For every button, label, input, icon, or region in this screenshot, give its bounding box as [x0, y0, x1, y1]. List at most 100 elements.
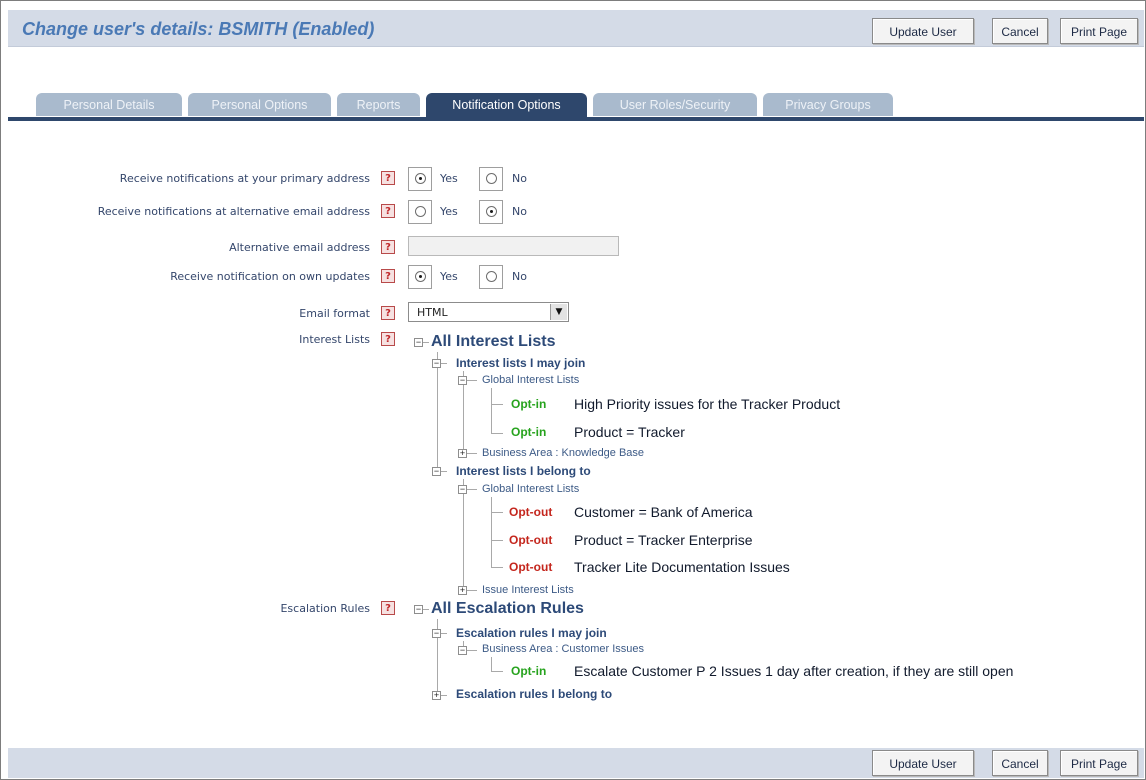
- collapse-icon[interactable]: −: [432, 359, 441, 368]
- expand-icon[interactable]: +: [458, 586, 467, 595]
- radio-dot: [490, 210, 493, 213]
- tab-privacy-groups[interactable]: Privacy Groups: [763, 93, 893, 116]
- tree-connector: [423, 609, 429, 610]
- issue-interest-lists-node[interactable]: Issue Interest Lists: [482, 584, 574, 596]
- interest-lists-label: Interest Lists: [299, 333, 370, 346]
- collapse-icon[interactable]: −: [414, 338, 423, 347]
- escalation-may-join-node[interactable]: Escalation rules I may join: [456, 626, 607, 640]
- escalation-rule-item: Escalate Customer P 2 Issues 1 day after…: [574, 663, 1014, 679]
- tab-personal-options[interactable]: Personal Options: [188, 93, 331, 116]
- tab-reports[interactable]: Reports: [337, 93, 420, 116]
- help-icon[interactable]: ?: [381, 306, 395, 320]
- radio-selected-icon: [415, 173, 426, 184]
- tree-connector: [467, 453, 477, 454]
- print-page-button[interactable]: Print Page: [1060, 750, 1138, 776]
- update-user-button[interactable]: Update User: [872, 18, 974, 44]
- opt-in-link[interactable]: Opt-in: [511, 397, 546, 411]
- help-icon[interactable]: ?: [381, 269, 395, 283]
- help-icon[interactable]: ?: [381, 601, 395, 615]
- opt-out-link[interactable]: Opt-out: [509, 560, 552, 574]
- own-updates-label: Receive notification on own updates: [170, 270, 370, 283]
- expand-icon[interactable]: +: [432, 691, 441, 700]
- print-page-button[interactable]: Print Page: [1060, 18, 1138, 44]
- tree-connector: [441, 695, 447, 696]
- email-format-label: Email format: [299, 307, 370, 320]
- interest-list-item: Customer = Bank of America: [574, 504, 753, 520]
- own-updates-no-radio[interactable]: [479, 265, 503, 289]
- alt-email-yes-radio[interactable]: [408, 200, 432, 224]
- update-user-button[interactable]: Update User: [872, 750, 974, 776]
- collapse-icon[interactable]: −: [458, 646, 467, 655]
- tree-connector: [467, 380, 477, 381]
- alt-email-no-radio[interactable]: [479, 200, 503, 224]
- cancel-button[interactable]: Cancel: [992, 18, 1048, 44]
- help-icon[interactable]: ?: [381, 204, 395, 218]
- escalation-belong-to-node[interactable]: Escalation rules I belong to: [456, 687, 612, 701]
- opt-out-link[interactable]: Opt-out: [509, 505, 552, 519]
- opt-in-link[interactable]: Opt-in: [511, 664, 546, 678]
- interest-list-item: Product = Tracker: [574, 424, 685, 440]
- tree-connector: [491, 433, 503, 434]
- tree-connector: [491, 567, 503, 568]
- primary-address-no-radio[interactable]: [479, 167, 503, 191]
- collapse-icon[interactable]: −: [458, 376, 467, 385]
- help-icon[interactable]: ?: [381, 332, 395, 346]
- collapse-icon[interactable]: −: [458, 485, 467, 494]
- opt-in-link[interactable]: Opt-in: [511, 425, 546, 439]
- tab-user-roles-security[interactable]: User Roles/Security: [593, 93, 757, 116]
- opt-out-link[interactable]: Opt-out: [509, 533, 552, 547]
- business-area-node[interactable]: Business Area : Knowledge Base: [482, 447, 644, 459]
- expand-icon[interactable]: +: [458, 449, 467, 458]
- business-area-node[interactable]: Business Area : Customer Issues: [482, 643, 644, 655]
- radio-empty-icon: [415, 206, 426, 217]
- escalation-root-node[interactable]: All Escalation Rules: [431, 600, 584, 618]
- interest-may-join-node[interactable]: Interest lists I may join: [456, 356, 585, 370]
- radio-selected-icon: [486, 206, 497, 217]
- collapse-icon[interactable]: −: [414, 605, 423, 614]
- interest-belong-to-node[interactable]: Interest lists I belong to: [456, 464, 591, 478]
- alt-email-address-input[interactable]: [408, 236, 619, 256]
- email-format-select[interactable]: HTML ▼: [408, 302, 569, 322]
- radio-empty-icon: [486, 173, 497, 184]
- global-interest-lists-node[interactable]: Global Interest Lists: [482, 483, 579, 495]
- tree-connector: [437, 352, 438, 471]
- cancel-button[interactable]: Cancel: [992, 750, 1048, 776]
- tree-connector: [491, 512, 503, 513]
- tree-connector: [441, 363, 447, 364]
- interest-root-node[interactable]: All Interest Lists: [431, 333, 555, 351]
- escalation-rules-label: Escalation Rules: [280, 602, 370, 615]
- tree-connector: [467, 650, 477, 651]
- tree-connector: [491, 497, 492, 567]
- tab-underline: [8, 117, 1144, 121]
- primary-address-label: Receive notifications at your primary ad…: [119, 172, 370, 185]
- tab-personal-details[interactable]: Personal Details: [36, 93, 182, 116]
- collapse-icon[interactable]: −: [432, 629, 441, 638]
- primary-address-yes-radio[interactable]: [408, 167, 432, 191]
- tab-notification-options[interactable]: Notification Options: [426, 93, 587, 117]
- alt-email-notify-label: Receive notifications at alternative ema…: [97, 205, 370, 218]
- chevron-down-icon: ▼: [550, 304, 567, 320]
- global-interest-lists-node[interactable]: Global Interest Lists: [482, 374, 579, 386]
- own-updates-yes-label: Yes: [440, 270, 458, 283]
- tree-connector: [491, 657, 492, 671]
- tree-connector: [491, 388, 492, 433]
- interest-list-item: High Priority issues for the Tracker Pro…: [574, 396, 841, 412]
- own-updates-yes-radio[interactable]: [408, 265, 432, 289]
- help-icon[interactable]: ?: [381, 171, 395, 185]
- tree-connector: [441, 633, 447, 634]
- tree-connector: [491, 540, 503, 541]
- help-icon[interactable]: ?: [381, 240, 395, 254]
- tree-connector: [423, 342, 429, 343]
- radio-dot: [419, 177, 422, 180]
- primary-address-no-label: No: [512, 172, 527, 185]
- tree-connector: [441, 471, 447, 472]
- radio-selected-icon: [415, 271, 426, 282]
- alt-email-yes-label: Yes: [440, 205, 458, 218]
- radio-empty-icon: [486, 271, 497, 282]
- page-title: Change user's details: BSMITH (Enabled): [22, 19, 375, 39]
- alt-email-no-label: No: [512, 205, 527, 218]
- collapse-icon[interactable]: −: [432, 467, 441, 476]
- tree-connector: [491, 404, 503, 405]
- primary-address-yes-label: Yes: [440, 172, 458, 185]
- alt-email-address-label: Alternative email address: [229, 241, 370, 254]
